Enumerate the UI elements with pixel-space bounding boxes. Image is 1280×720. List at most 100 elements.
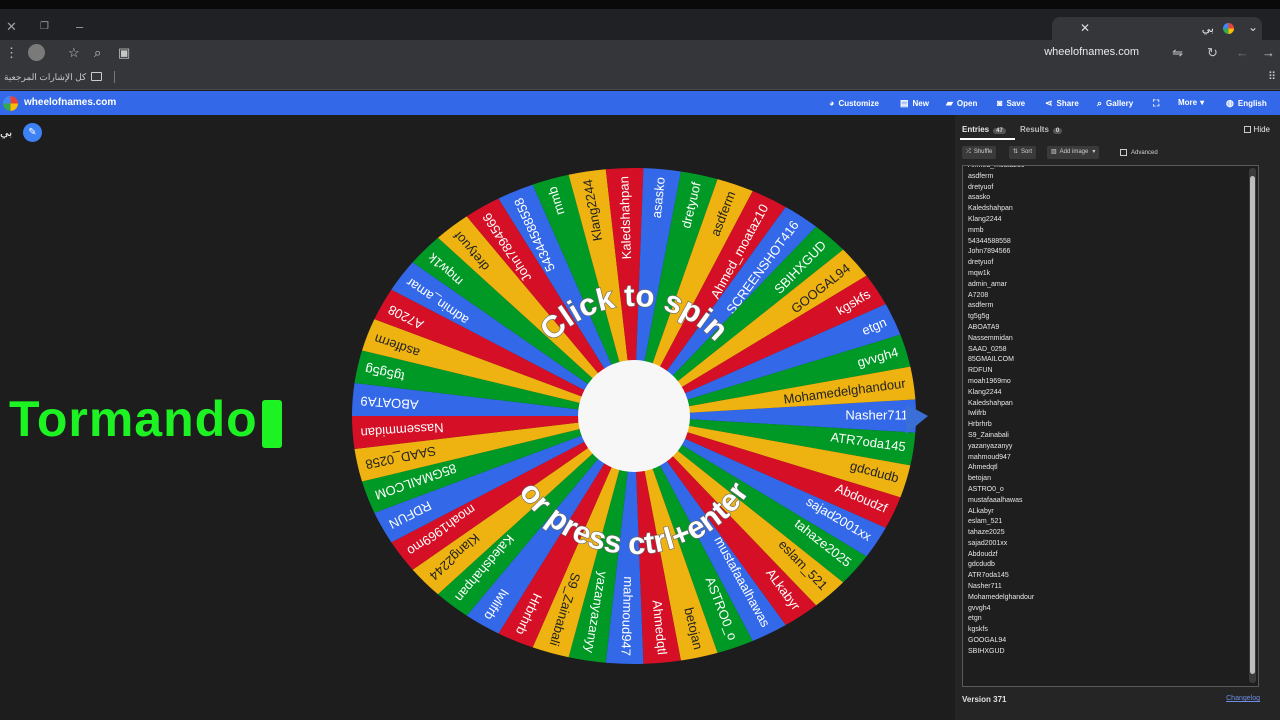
entry-item[interactable]: Kaledshahpan (968, 399, 1034, 410)
open-button[interactable]: ▰ Open (946, 98, 977, 109)
kebab-menu-icon[interactable]: ⋮ (5, 45, 18, 61)
customize-button[interactable]: ◕ Customize (829, 98, 879, 108)
new-button[interactable]: ▤ New (900, 98, 929, 109)
folder-icon (91, 72, 102, 81)
entry-item[interactable]: Mohamedelghandour (968, 593, 1034, 604)
tab-results[interactable]: Results 0 (1020, 125, 1063, 134)
entry-item[interactable]: betojan (968, 474, 1034, 485)
entries-scrollbar[interactable] (1249, 168, 1256, 683)
entry-item[interactable]: dretyuof (968, 183, 1034, 194)
entry-item[interactable]: Abdoudzf (968, 550, 1034, 561)
entry-item[interactable]: eslam_521 (968, 517, 1034, 528)
globe-icon: ◍ (1226, 98, 1234, 108)
chevron-down-icon: ▾ (1200, 98, 1205, 107)
entry-item[interactable]: yazanyazanyy (968, 442, 1034, 453)
save-button[interactable]: ◙ Save (997, 98, 1025, 108)
entry-item[interactable]: moah1969mo (968, 377, 1034, 388)
entry-item[interactable]: mustafaaalhawas (968, 496, 1034, 507)
entry-item[interactable]: 54344588558 (968, 237, 1034, 248)
entry-item[interactable]: asdferm (968, 301, 1034, 312)
share-button[interactable]: ⋖ Share (1045, 98, 1079, 109)
entry-item[interactable]: Ahmedqtl (968, 463, 1034, 474)
reload-icon[interactable]: ↻ (1207, 45, 1218, 61)
entry-item[interactable]: mmb (968, 226, 1034, 237)
all-bookmarks-label[interactable]: كل الإشارات المرجعية (4, 72, 86, 83)
entry-item[interactable]: RDFUN (968, 366, 1034, 377)
site-settings-icon[interactable]: ⇋ (1172, 45, 1183, 61)
sort-button[interactable]: ⇅ Sort (1009, 146, 1037, 159)
entry-item[interactable]: dretyuof (968, 258, 1034, 269)
entry-item[interactable]: ASTRO0_o (968, 485, 1034, 496)
profile-avatar-icon[interactable] (28, 44, 45, 61)
address-bar[interactable]: wheelofnames.com ⇋ (140, 42, 1195, 64)
entry-item[interactable]: tahaze2025 (968, 528, 1034, 539)
overlay-caption: Tormando (9, 391, 258, 447)
zoom-icon[interactable]: ⌕ (94, 45, 101, 61)
add-image-button[interactable]: ▨ Add image ▾ (1047, 146, 1100, 159)
entries-textarea[interactable]: Ahmed_moataz10 asdferm dretyuof asasko Kaled… (962, 165, 1259, 687)
entry-item[interactable]: Hrbrhrb (968, 420, 1034, 431)
entry-item[interactable]: Nasher711 (968, 582, 1034, 593)
wheel-logo-icon[interactable] (3, 96, 18, 111)
more-button[interactable]: More ▾ (1178, 98, 1204, 107)
entry-item[interactable]: sajad2001xx (968, 539, 1034, 550)
sort-icon: ⇅ (1013, 149, 1019, 155)
browser-toolbar: ⋮ ☆ ⌕ ▣ wheelofnames.com ⇋ ↻ ← → (0, 40, 1280, 66)
entry-item[interactable]: ATR7oda145 (968, 571, 1034, 582)
back-arrow-icon[interactable]: → (1262, 45, 1275, 60)
entry-item[interactable]: etgn (968, 614, 1034, 625)
close-window-icon[interactable]: ✕ (6, 19, 17, 35)
spin-wheel[interactable]: Nasher711ATR7oda145gdcdudbAbdoudzfsajad2… (350, 168, 930, 668)
fullscreen-button[interactable]: ⛶ (1153, 98, 1163, 109)
entry-item[interactable]: mqw1k (968, 269, 1034, 280)
entry-item[interactable]: ALkabyr (968, 507, 1034, 518)
entry-item[interactable]: Nassemmidan (968, 334, 1034, 345)
tab-search-chevron-icon[interactable]: ⌄ (1248, 20, 1258, 34)
install-app-icon[interactable]: ▣ (118, 45, 130, 61)
wheel-center-hub[interactable] (578, 360, 690, 472)
entry-item[interactable]: Kaledshahpan (968, 204, 1034, 215)
tab-entries[interactable]: Entries 47 (962, 125, 1006, 134)
entry-item[interactable]: admin_amar (968, 280, 1034, 291)
entry-item[interactable]: gvvgh4 (968, 604, 1034, 615)
entry-item[interactable]: Klang2244 (968, 215, 1034, 226)
shuffle-button[interactable]: ⤮ Shuffle (962, 146, 997, 159)
browser-tab[interactable]: ✕ بي ⌄ (1052, 17, 1262, 40)
entry-item[interactable]: tg5g5g (968, 312, 1034, 323)
entry-item[interactable]: mahmoud947 (968, 453, 1034, 464)
entry-item[interactable]: asdferm (968, 172, 1034, 183)
entry-item[interactable]: GOOGAL94 (968, 636, 1034, 647)
restore-window-icon[interactable]: ❐ (40, 21, 49, 32)
advanced-checkbox[interactable]: Advanced (1120, 149, 1158, 156)
entries-scroll-thumb[interactable] (1250, 176, 1255, 674)
forward-arrow-icon[interactable]: ← (1236, 45, 1249, 60)
entry-item[interactable]: kgskfs (968, 625, 1034, 636)
hide-checkbox[interactable]: Hide (1243, 125, 1270, 134)
advanced-checkbox-box[interactable] (1120, 149, 1127, 156)
entry-item[interactable]: S9_Zainabali (968, 431, 1034, 442)
entry-item[interactable]: SAAD_0258 (968, 345, 1034, 356)
entry-item[interactable]: A7208 (968, 291, 1034, 302)
entry-item[interactable]: gdcdudb (968, 560, 1034, 571)
entry-item[interactable]: 85GMAILCOM (968, 355, 1034, 366)
gallery-button[interactable]: ⌕ Gallery (1097, 98, 1133, 109)
hide-checkbox-box[interactable] (1243, 126, 1251, 134)
brand-name[interactable]: wheelofnames.com (24, 97, 116, 108)
entry-item[interactable]: John7894566 (968, 247, 1034, 258)
minimize-window-icon[interactable]: – (76, 19, 83, 34)
changelog-link[interactable]: Changelog (1226, 695, 1260, 702)
version-label: Version 371 (962, 695, 1007, 704)
edit-title-pencil-icon[interactable]: ✎ (23, 123, 42, 142)
entry-item[interactable]: ABOATA9 (968, 323, 1034, 334)
tab-close-icon[interactable]: ✕ (1080, 21, 1090, 35)
app-header: wheelofnames.com ◕ Customize ▤ New ▰ Open ◙… (0, 91, 1280, 115)
entry-item[interactable]: SBIHXGUD (968, 647, 1034, 658)
folder-open-icon: ▰ (946, 98, 953, 108)
entry-item[interactable]: asasko (968, 193, 1034, 204)
language-button[interactable]: ◍ English (1226, 98, 1267, 109)
entry-item[interactable]: Ahmed_moataz10 (968, 166, 1034, 172)
apps-grid-icon[interactable]: ⠿ (1268, 70, 1276, 83)
entry-item[interactable]: Iwlifrb (968, 409, 1034, 420)
bookmark-star-icon[interactable]: ☆ (68, 45, 80, 61)
entry-item[interactable]: Klang2244 (968, 388, 1034, 399)
